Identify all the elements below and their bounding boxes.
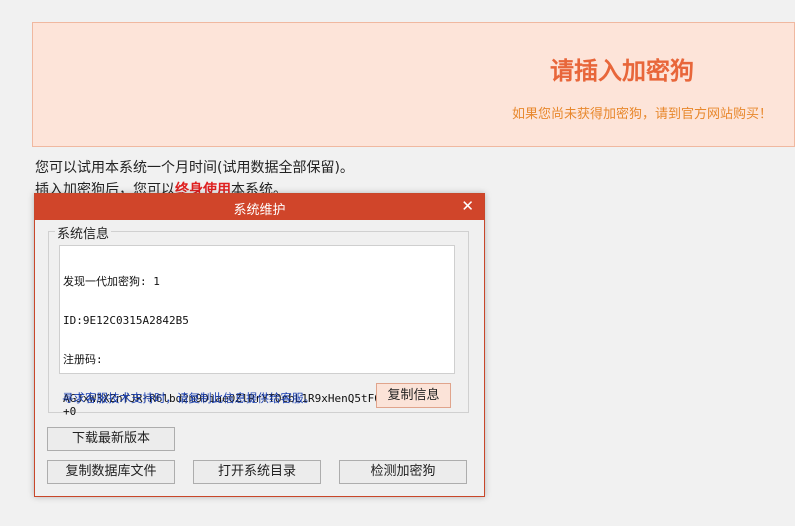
system-info-label: 系统信息 bbox=[55, 223, 112, 242]
detect-dongle-button[interactable]: 检测加密狗 bbox=[339, 460, 467, 484]
dongle-banner: 请插入加密狗 如果您尚未获得加密狗，请到官方网站购买！ bbox=[32, 22, 795, 147]
dialog-titlebar[interactable]: 系统维护 ✕ bbox=[35, 194, 484, 220]
trial-notice: 您可以试用本系统一个月时间(试用数据全部保留)。 bbox=[35, 160, 354, 176]
system-info-textbox[interactable]: 发现一代加密狗: 1 ID:9E12C0315A2842B5 注册码: AGJx… bbox=[59, 245, 455, 418]
info-line-regcode-label: 注册码: bbox=[63, 353, 103, 366]
download-latest-button[interactable]: 下载最新版本 bbox=[47, 427, 175, 451]
info-line-id: ID:9E12C0315A2842B5 bbox=[63, 314, 189, 327]
copy-database-button[interactable]: 复制数据库文件 bbox=[47, 460, 175, 484]
info-line-dongle: 发现一代加密狗: 1 bbox=[63, 275, 160, 288]
open-system-dir-button[interactable]: 打开系统目录 bbox=[193, 460, 321, 484]
copy-info-button[interactable]: 复制信息 bbox=[376, 383, 451, 408]
system-info-group: 系统信息 发现一代加密狗: 1 ID:9E12C0315A2842B5 注册码:… bbox=[48, 223, 469, 418]
close-icon[interactable]: ✕ bbox=[461, 197, 474, 215]
dialog-title: 系统维护 bbox=[233, 203, 286, 218]
banner-title: 请插入加密狗 bbox=[550, 57, 694, 85]
support-hint: 寻求客服技术支持时，请复制此信息提供给客服。 bbox=[62, 391, 315, 405]
system-maintenance-dialog: 系统维护 ✕ 系统信息 发现一代加密狗: 1 ID:9E12C0315A2842… bbox=[34, 193, 485, 497]
banner-subtitle: 如果您尚未获得加密狗，请到官方网站购买！ bbox=[511, 107, 772, 122]
